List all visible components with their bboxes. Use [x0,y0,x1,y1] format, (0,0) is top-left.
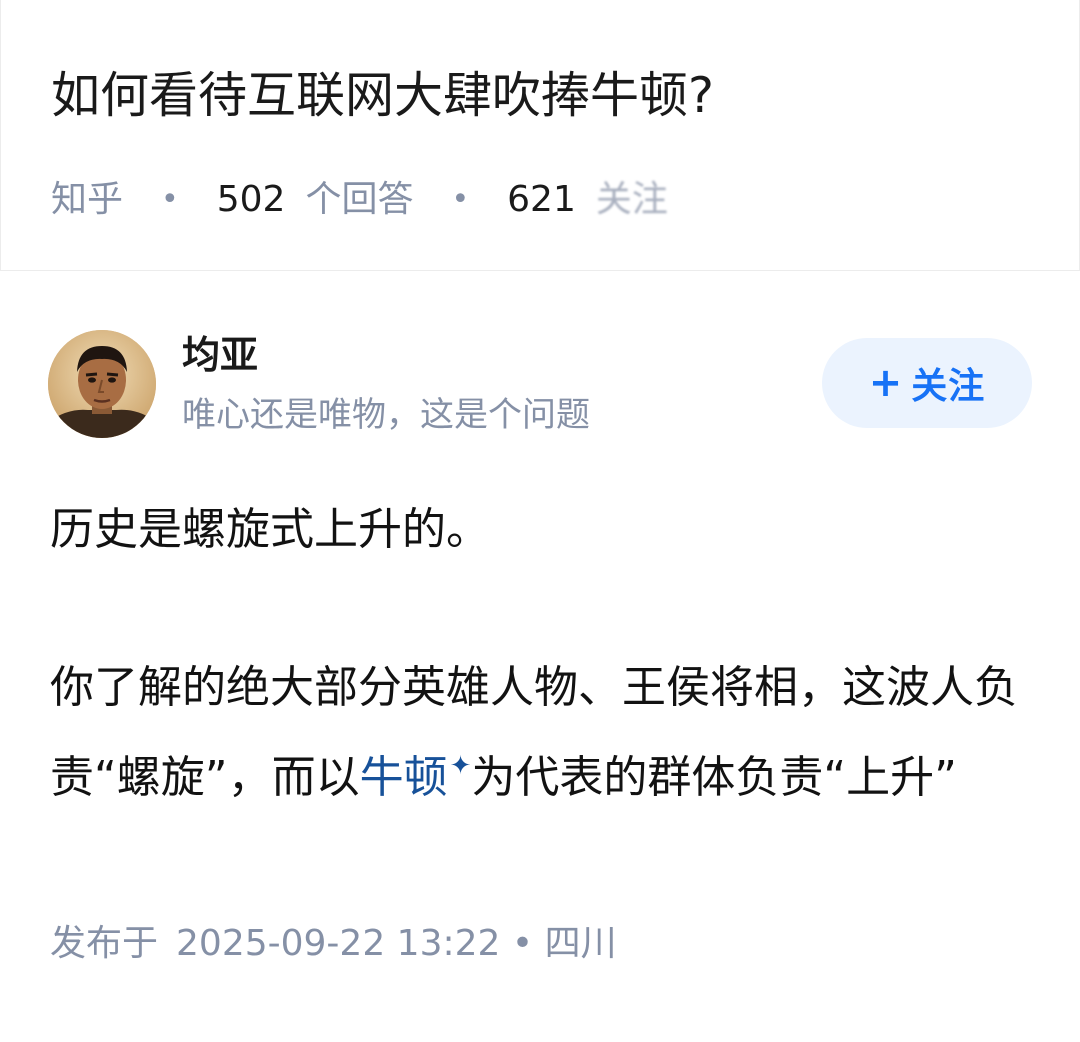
author-avatar[interactable] [48,330,156,438]
answer-paragraph: 你了解的绝大部分英雄人物、王侯将相，这波人负责“螺旋”，而以牛顿✦为代表的群体负… [50,648,1040,817]
answer-page: 如何看待互联网大肆吹捧牛顿? 知乎 • 502 个回答 • 621 关注 均亚 … [0,0,1080,1042]
publish-separator: • [511,923,534,964]
publish-datetime: 2025-09-22 13:22 [176,923,501,964]
publish-prefix: 发布于 [50,923,159,964]
follow-button[interactable]: + 关注 [822,338,1032,428]
answer-content: 历史是螺旋式上升的。 你了解的绝大部分英雄人物、王侯将相，这波人负责“螺旋”，而… [50,490,1040,817]
publish-info: 发布于 2025-09-22 13:22 • 四川 [50,920,617,968]
question-title[interactable]: 如何看待互联网大肆吹捧牛顿? [51,60,714,132]
keyword-link[interactable]: 牛顿 [360,752,448,803]
follow-button-label: 关注 [911,366,986,407]
question-card[interactable]: 如何看待互联网大肆吹捧牛顿? 知乎 • 502 个回答 • 621 关注 [0,0,1080,271]
follower-count-label: 关注 [595,179,668,220]
author-bio: 唯心还是唯物，这是个问题 [182,395,590,435]
author-name[interactable]: 均亚 [182,330,258,380]
answer-text: 为代表的群体负责“上升” [471,752,957,803]
answer-count-label: 个回答 [305,179,414,220]
source-label: 知乎 [51,179,124,220]
plus-icon: + [868,360,904,406]
portrait-avatar-icon [48,330,156,438]
meta-separator: • [451,182,470,217]
question-meta: 知乎 • 502 个回答 • 621 关注 [51,176,668,224]
meta-separator: • [161,182,179,217]
publish-location: 四川 [544,923,617,964]
answer-paragraph: 历史是螺旋式上升的。 [50,504,490,555]
follower-count: 621 [507,179,576,220]
answer-count: 502 [216,179,286,220]
sparkle-icon: ✦ [449,751,472,781]
